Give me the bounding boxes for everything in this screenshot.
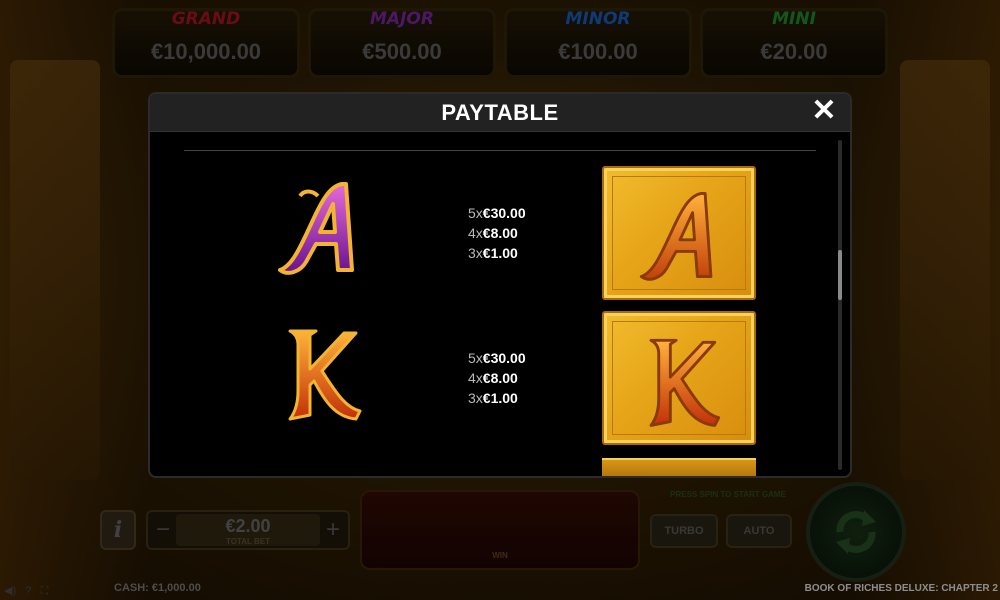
payout-line: 5x€30.00 (468, 350, 526, 366)
next-symbol-tile (602, 458, 756, 476)
divider (184, 150, 816, 151)
scrollbar[interactable] (838, 140, 842, 470)
paytable-row: 5x€30.00 4x€8.00 3x€1.00 (150, 311, 830, 445)
modal-header: PAYTABLE ✕ (150, 94, 850, 132)
payout-list: 5x€30.00 4x€8.00 3x€1.00 (468, 203, 578, 263)
symbol-a-tile (602, 166, 756, 300)
payout-line: 4x€8.00 (468, 370, 518, 386)
payout-list: 5x€30.00 4x€8.00 3x€1.00 (468, 348, 578, 408)
symbol-k-icon (649, 338, 721, 427)
symbol-k-icon (288, 329, 362, 421)
modal-title: PAYTABLE (441, 100, 559, 125)
paytable-modal: PAYTABLE ✕ 5x€30.00 4x€8.00 3x€1.00 5x€3… (148, 92, 852, 478)
close-icon[interactable]: ✕ (810, 96, 838, 126)
symbol-k-tile (602, 311, 756, 445)
payout-line: 3x€1.00 (468, 390, 518, 406)
symbol-a-icon (278, 182, 354, 275)
symbol-a-icon (639, 191, 713, 281)
scroll-thumb[interactable] (838, 250, 842, 300)
payout-line: 4x€8.00 (468, 225, 518, 241)
paytable-row: 5x€30.00 4x€8.00 3x€1.00 (150, 166, 830, 300)
payout-line: 5x€30.00 (468, 205, 526, 221)
payout-line: 3x€1.00 (468, 245, 518, 261)
